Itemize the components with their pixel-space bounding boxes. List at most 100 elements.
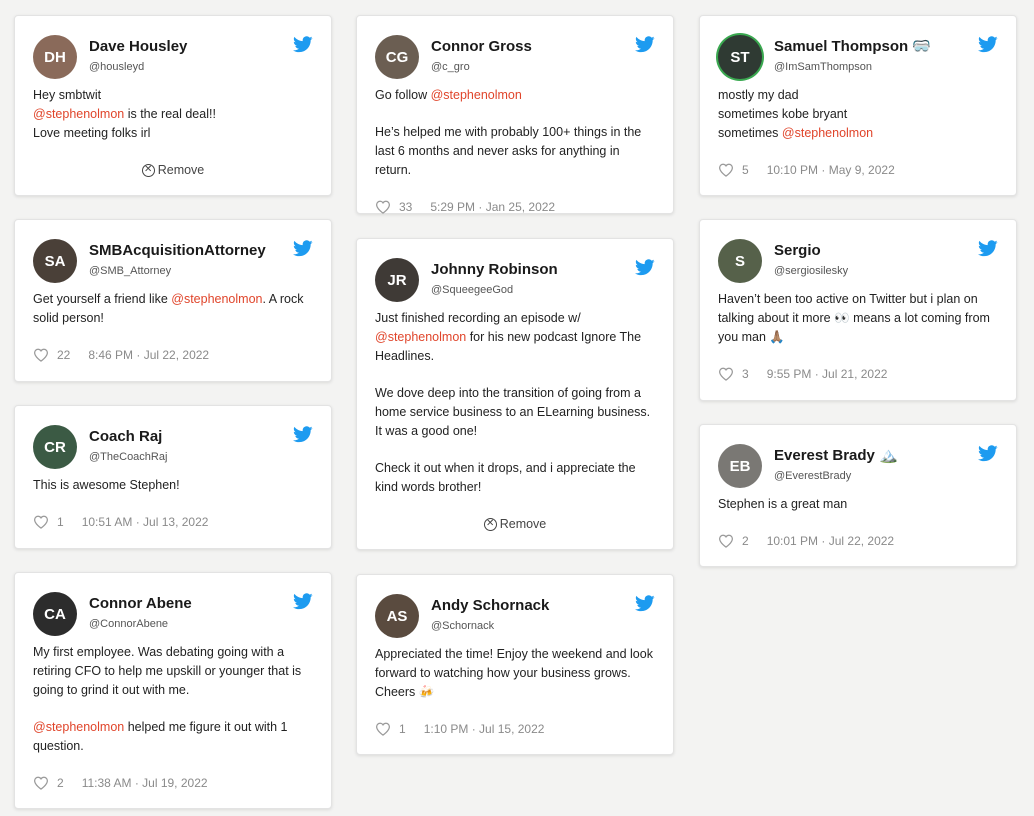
- tweet-timestamp[interactable]: 10:01 PM · Jul 22, 2022: [767, 534, 894, 548]
- tweet-timestamp[interactable]: 10:51 AM · Jul 13, 2022: [82, 515, 209, 529]
- author-name[interactable]: Dave Housley: [89, 38, 187, 56]
- heart-icon[interactable]: [718, 163, 734, 177]
- like-count: 5: [742, 163, 749, 177]
- heart-icon[interactable]: [33, 348, 49, 362]
- tweet-meta: 1 1:10 PM · Jul 15, 2022: [375, 708, 655, 750]
- heart-icon[interactable]: [375, 200, 391, 214]
- tweet-card: SA SMBAcquisitionAttorney @SMB_Attorney …: [14, 219, 332, 382]
- author-name[interactable]: Johnny Robinson: [431, 261, 558, 279]
- tweet-line: Appreciated the time! Enjoy the weekend …: [375, 647, 653, 699]
- author-name[interactable]: Connor Abene: [89, 595, 192, 613]
- text-fragment: Get yourself a friend like: [33, 292, 172, 306]
- tweet-line: We dove deep into the transition of goin…: [375, 386, 651, 438]
- heart-icon[interactable]: [718, 367, 734, 381]
- avatar[interactable]: CA: [33, 592, 77, 636]
- author-handle[interactable]: @ConnorAbene: [89, 615, 192, 633]
- text-fragment: sometimes: [718, 126, 782, 140]
- avatar[interactable]: ST: [718, 35, 762, 79]
- tweet-line: @stephenolmon helped me figure it out wi…: [33, 718, 313, 756]
- like-count: 2: [742, 534, 749, 548]
- tweet-line: @stephenolmon for his new podcast Ignore…: [375, 328, 655, 366]
- avatar[interactable]: CG: [375, 35, 419, 79]
- tweet-header: EB Everest Brady 🏔️ @EverestBrady: [718, 443, 998, 489]
- tweet-line: Haven’t been too active on Twitter but i…: [718, 292, 990, 344]
- avatar[interactable]: JR: [375, 258, 419, 302]
- twitter-bird-icon[interactable]: [293, 593, 313, 610]
- tweet-meta: 3 9:55 PM · Jul 21, 2022: [718, 353, 998, 395]
- heart-icon[interactable]: [375, 722, 391, 736]
- avatar[interactable]: AS: [375, 594, 419, 638]
- tweet-timestamp[interactable]: 5:29 PM · Jan 25, 2022: [430, 200, 555, 214]
- tweet-line: Just finished recording an episode w/: [375, 311, 581, 325]
- heart-icon[interactable]: [33, 776, 49, 790]
- tweet-line: Get yourself a friend like @stephenolmon…: [33, 290, 313, 328]
- tweet-timestamp[interactable]: 10:10 PM · May 9, 2022: [767, 163, 895, 177]
- author-handle[interactable]: @SqueegeeGod: [431, 281, 558, 299]
- twitter-bird-icon[interactable]: [635, 259, 655, 276]
- author-name[interactable]: Samuel Thompson 🥽: [774, 38, 931, 56]
- heart-icon[interactable]: [718, 534, 734, 548]
- avatar[interactable]: DH: [33, 35, 77, 79]
- tweet-header: S Sergio @sergiosilesky: [718, 238, 998, 284]
- tweet-text: Get yourself a friend like @stephenolmon…: [33, 290, 313, 328]
- tweet-header: AS Andy Schornack @Schornack: [375, 593, 655, 639]
- twitter-bird-icon[interactable]: [293, 426, 313, 443]
- author-handle[interactable]: @ImSamThompson: [774, 58, 931, 76]
- tweet-timestamp[interactable]: 1:10 PM · Jul 15, 2022: [424, 722, 545, 736]
- tweet-text: mostly my dad sometimes kobe bryant some…: [718, 86, 998, 143]
- mention-link[interactable]: @stephenolmon: [33, 107, 124, 121]
- author-handle[interactable]: @TheCoachRaj: [89, 448, 167, 466]
- tweet-header: CG Connor Gross @c_gro: [375, 34, 655, 80]
- like-count: 3: [742, 367, 749, 381]
- text-fragment: Go follow: [375, 88, 431, 102]
- tweet-meta: 2 11:38 AM · Jul 19, 2022: [33, 762, 313, 804]
- tweet-line: This is awesome Stephen!: [33, 478, 180, 492]
- mention-link[interactable]: @stephenolmon: [782, 126, 873, 140]
- twitter-bird-icon[interactable]: [635, 595, 655, 612]
- author-handle[interactable]: @EverestBrady: [774, 467, 898, 485]
- mention-link[interactable]: @stephenolmon: [431, 88, 522, 102]
- remove-button[interactable]: ✕ Remove: [375, 503, 655, 545]
- author-handle[interactable]: @SMB_Attorney: [89, 262, 266, 280]
- avatar[interactable]: CR: [33, 425, 77, 469]
- avatar[interactable]: S: [718, 239, 762, 283]
- twitter-bird-icon[interactable]: [635, 36, 655, 53]
- author-handle[interactable]: @sergiosilesky: [774, 262, 848, 280]
- heart-icon[interactable]: [33, 515, 49, 529]
- tweet-meta: 2 10:01 PM · Jul 22, 2022: [718, 520, 998, 562]
- author-name[interactable]: Sergio: [774, 242, 848, 260]
- author-name[interactable]: Everest Brady 🏔️: [774, 447, 898, 465]
- mention-link[interactable]: @stephenolmon: [375, 330, 466, 344]
- twitter-bird-icon[interactable]: [978, 445, 998, 462]
- tweet-text: Go follow @stephenolmon He’s helped me w…: [375, 86, 655, 180]
- tweet-timestamp[interactable]: 9:55 PM · Jul 21, 2022: [767, 367, 888, 381]
- author-name[interactable]: Coach Raj: [89, 428, 167, 446]
- avatar[interactable]: SA: [33, 239, 77, 283]
- twitter-bird-icon[interactable]: [293, 240, 313, 257]
- mention-link[interactable]: @stephenolmon: [171, 292, 262, 306]
- remove-label: Remove: [157, 163, 205, 177]
- tweet-timestamp[interactable]: 8:46 PM · Jul 22, 2022: [88, 348, 209, 362]
- author-handle[interactable]: @c_gro: [431, 58, 532, 76]
- twitter-bird-icon[interactable]: [978, 36, 998, 53]
- tweet-line: @stephenolmon is the real deal!!: [33, 105, 313, 124]
- author-handle[interactable]: @housleyd: [89, 58, 187, 76]
- tweet-card: CR Coach Raj @TheCoachRaj This is awesom…: [14, 405, 332, 549]
- tweet-meta: 22 8:46 PM · Jul 22, 2022: [33, 334, 313, 376]
- author-name[interactable]: Connor Gross: [431, 38, 532, 56]
- twitter-bird-icon[interactable]: [978, 240, 998, 257]
- close-circle-icon: ✕: [483, 517, 497, 531]
- tweet-text: Appreciated the time! Enjoy the weekend …: [375, 645, 655, 702]
- remove-button[interactable]: ✕ Remove: [33, 149, 313, 191]
- author-name[interactable]: SMBAcquisitionAttorney: [89, 242, 266, 260]
- twitter-bird-icon[interactable]: [293, 36, 313, 53]
- author-name[interactable]: Andy Schornack: [431, 597, 549, 615]
- tweet-timestamp[interactable]: 11:38 AM · Jul 19, 2022: [82, 776, 208, 790]
- tweet-text: Stephen is a great man: [718, 495, 998, 514]
- tweet-card: EB Everest Brady 🏔️ @EverestBrady Stephe…: [699, 424, 1017, 567]
- tweet-text: Just finished recording an episode w/ @s…: [375, 309, 655, 497]
- avatar[interactable]: EB: [718, 444, 762, 488]
- author-handle[interactable]: @Schornack: [431, 617, 549, 635]
- mention-link[interactable]: @stephenolmon: [33, 720, 124, 734]
- tweet-header: CR Coach Raj @TheCoachRaj: [33, 424, 313, 470]
